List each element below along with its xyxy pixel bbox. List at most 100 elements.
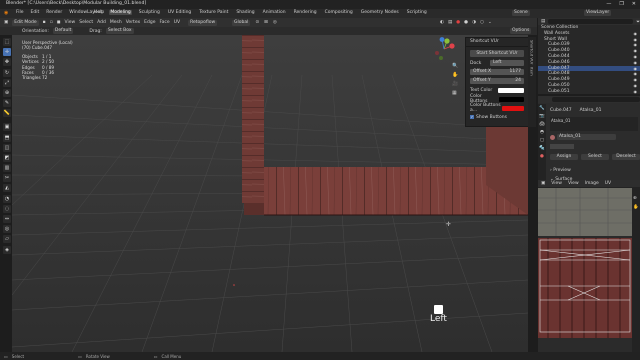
shading-solid-icon[interactable]: ● [464, 20, 468, 25]
wall-piece-vertical[interactable] [242, 35, 264, 203]
view-layer-selector[interactable]: ViewLayer [584, 10, 612, 16]
show-buttons-checkbox[interactable]: ✓ [470, 115, 474, 119]
cursor-icon[interactable]: ✛ [3, 48, 11, 57]
gizmo-toggle-icon[interactable]: ● [456, 20, 460, 25]
close-button[interactable]: ✕ [632, 1, 636, 7]
object-tab-icon[interactable]: ▢ [540, 138, 544, 143]
rip-region-icon[interactable]: ◈ [3, 245, 11, 254]
editor-type-icon[interactable]: ▣ [4, 20, 8, 25]
preview-section[interactable]: › Preview [550, 168, 571, 173]
menu-view[interactable]: View [65, 20, 76, 25]
3d-viewport[interactable]: ✛ 🔍 ✋ 🎥 ▦ Left [12, 35, 528, 352]
properties-search-input[interactable] [552, 97, 640, 102]
pan-hand-icon[interactable]: ✋ [452, 72, 458, 78]
grid-icon[interactable]: ▦ [452, 90, 458, 96]
color-buttons-swatch[interactable] [499, 96, 524, 102]
menu-add[interactable]: Add [97, 20, 106, 25]
rotate-icon[interactable]: ↻ [3, 68, 11, 77]
shading-rendered-icon[interactable]: ○ [480, 20, 484, 25]
outliner-filter-icon[interactable]: ▤ [541, 19, 545, 24]
render-tab-icon[interactable]: 📷 [539, 114, 545, 119]
pan-icon[interactable]: ✋ [633, 205, 639, 210]
smooth-icon[interactable]: ◌ [3, 204, 11, 213]
image-menu-view-2[interactable]: View [568, 181, 579, 186]
measure-icon[interactable]: 📏 [3, 109, 11, 118]
overlay-icon[interactable]: ◐ [440, 20, 444, 25]
drag-dropdown[interactable]: Select Box [105, 28, 134, 34]
shading-dropdown-icon[interactable]: ⌄ [488, 20, 492, 25]
sidebar-tab-shortcut-vur[interactable]: Shortcut VUr [530, 40, 535, 64]
annotate-icon[interactable]: ✎ [3, 99, 11, 108]
sidebar-tab-item[interactable]: Item [530, 67, 535, 76]
menu-select[interactable]: Select [79, 20, 93, 25]
outliner-item[interactable]: Cube.051 ◉ [538, 89, 640, 95]
zoom-icon[interactable]: 🔍 [452, 63, 458, 69]
retopoflow-button[interactable]: Retopoflow [188, 19, 218, 26]
dock-dropdown[interactable]: Left [490, 60, 524, 66]
xray-icon[interactable]: ▤ [448, 20, 452, 25]
tab-sculpting[interactable]: Sculpting [138, 10, 161, 15]
color-buttons-a-swatch[interactable] [502, 105, 524, 111]
menu-uv[interactable]: UV [174, 20, 180, 25]
texture-atlas[interactable] [538, 188, 640, 352]
extrude-icon[interactable]: ⬒ [3, 133, 11, 142]
tab-scripting[interactable]: Scripting [406, 10, 428, 15]
select-box-icon[interactable]: ⬚ [3, 38, 11, 46]
start-shortcut-vur-button[interactable]: Start Shortcut VUr [470, 50, 524, 57]
zoom-icon[interactable]: ⊕ [633, 196, 639, 201]
minimize-button[interactable]: — [606, 1, 611, 7]
tab-shading[interactable]: Shading [235, 10, 255, 15]
mode-dropdown[interactable]: Edit Mode [12, 19, 39, 26]
output-tab-icon[interactable]: 🖨 [539, 122, 545, 127]
funnel-icon[interactable]: ⏷ [636, 19, 640, 25]
menu-mesh[interactable]: Mesh [110, 20, 122, 25]
tab-uv-editing[interactable]: UV Editing [167, 10, 192, 15]
inset-icon[interactable]: ◫ [3, 143, 11, 152]
snap-icon[interactable]: ⊞ [264, 20, 268, 25]
menu-vertex[interactable]: Vertex [126, 20, 140, 25]
image-menu-uv[interactable]: UV [605, 181, 611, 186]
loop-cut-icon[interactable]: ▥ [3, 164, 11, 173]
assign-button[interactable]: Assign [550, 154, 578, 160]
bevel-icon[interactable]: ◩ [3, 153, 11, 162]
scene-tab-icon[interactable]: ◓ [540, 130, 544, 135]
add-cube-icon[interactable]: ▣ [3, 123, 11, 132]
tab-texture-paint[interactable]: Texture Paint [198, 10, 229, 15]
tab-layout[interactable]: Layout [86, 10, 103, 15]
navigation-gizmo[interactable] [432, 37, 456, 61]
menu-edge[interactable]: Edge [144, 20, 155, 25]
scale-icon[interactable]: ⤢ [3, 78, 11, 87]
image-menu-view[interactable]: View [551, 181, 562, 186]
image-menu-image[interactable]: Image [585, 181, 599, 186]
image-editor-type-icon[interactable]: ▣ [541, 181, 545, 186]
eye-icon[interactable]: ◉ [634, 89, 638, 95]
material-field[interactable]: Atalsa_01 [557, 134, 616, 140]
tool-tab-icon[interactable]: 🔧 [539, 106, 545, 111]
vertex-select-icon[interactable]: ▪ [43, 20, 46, 25]
shading-material-icon[interactable]: ◑ [472, 20, 476, 25]
menu-render[interactable]: Render [46, 10, 62, 15]
deselect-button[interactable]: Deselect [612, 154, 640, 160]
proportional-edit-icon[interactable]: ◎ [273, 20, 277, 25]
menu-edit[interactable]: Edit [31, 10, 40, 15]
tab-geometry-nodes[interactable]: Geometry Nodes [360, 10, 400, 15]
blender-logo-icon[interactable]: ◉ [4, 10, 8, 16]
modifier-tab-icon[interactable]: 🔩 [539, 146, 545, 151]
tab-rendering[interactable]: Rendering [293, 10, 318, 15]
maximize-button[interactable]: ❐ [619, 1, 623, 7]
panel-title[interactable]: Shortcut VUr [466, 38, 528, 47]
move-icon[interactable]: ✥ [3, 58, 11, 67]
edge-select-icon[interactable]: ▫ [50, 20, 53, 25]
text-color-swatch[interactable] [498, 87, 524, 93]
outliner-search-input[interactable] [548, 19, 634, 24]
knife-icon[interactable]: ✂ [3, 174, 11, 183]
transform-icon[interactable]: ⊕ [3, 88, 11, 97]
face-select-icon[interactable]: ◼ [57, 20, 61, 25]
poly-build-icon[interactable]: ◭ [3, 184, 11, 193]
menu-face[interactable]: Face [160, 20, 170, 25]
options-dropdown[interactable]: Options [510, 28, 532, 34]
offset-x-field[interactable]: Offset X 1177 [470, 69, 524, 75]
menu-window[interactable]: Window [69, 10, 87, 15]
shear-icon[interactable]: ▱ [3, 235, 11, 244]
select-button[interactable]: Select [581, 154, 609, 160]
